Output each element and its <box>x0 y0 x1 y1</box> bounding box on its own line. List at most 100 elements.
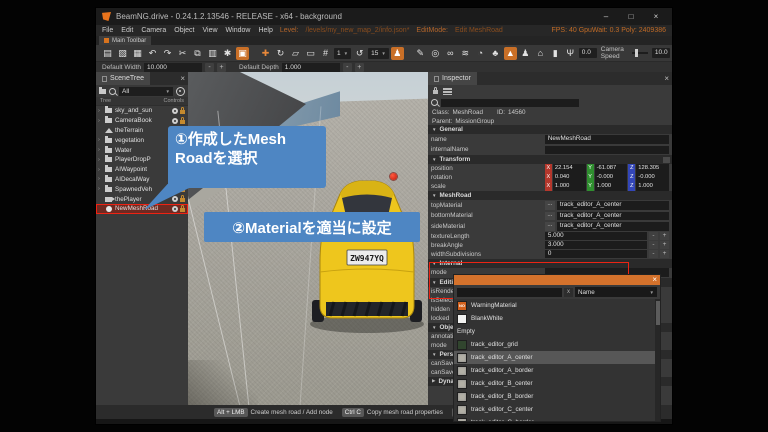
material-empty[interactable]: Empty <box>454 325 655 338</box>
scale-x-field[interactable]: 1.000 <box>552 182 586 191</box>
transform-options-button[interactable] <box>663 156 670 163</box>
material-track_editor_b_center[interactable]: track_editor_B_center <box>454 377 655 390</box>
breakangle-field[interactable]: 3.000 <box>544 240 647 250</box>
plus-button[interactable]: + <box>660 231 669 241</box>
editmode-value[interactable]: Edit MeshRoad <box>455 27 503 34</box>
menu-camera[interactable]: Camera <box>141 27 166 34</box>
redo-icon[interactable]: ↷ <box>161 47 174 60</box>
plus-button[interactable]: + <box>660 240 669 250</box>
width-minus-button[interactable]: - <box>205 62 215 72</box>
building-tool-icon[interactable]: ⌂ <box>534 47 547 60</box>
lock-icon[interactable] <box>180 106 185 114</box>
search-icon[interactable] <box>109 87 116 95</box>
section-internal[interactable]: ▼ Internal <box>428 258 672 268</box>
save-icon[interactable]: ▦ <box>131 47 144 60</box>
slider-knob[interactable] <box>634 49 638 57</box>
lock-icon[interactable] <box>180 195 185 203</box>
minus-button[interactable]: - <box>649 240 658 250</box>
new-file-icon[interactable]: ▤ <box>101 47 114 60</box>
bottommaterial-field[interactable]: track_editor_A_center <box>556 211 669 220</box>
browse-material-button[interactable]: ... <box>544 222 555 231</box>
visibility-eye-icon[interactable] <box>172 107 178 114</box>
open-folder-icon[interactable]: ▧ <box>116 47 129 60</box>
minus-button[interactable]: - <box>649 249 658 259</box>
expander-icon[interactable]: › <box>98 147 102 153</box>
scale-tool-icon[interactable]: ▱ <box>289 47 302 60</box>
paste-icon[interactable]: ▥ <box>206 47 219 60</box>
expander-icon[interactable]: › <box>98 137 102 143</box>
translate-tool-icon[interactable]: ✚ <box>259 47 272 60</box>
scenetree-tab[interactable]: SceneTree <box>96 72 150 85</box>
simple-character-icon[interactable]: ♟ <box>390 46 404 60</box>
lock-icon[interactable] <box>180 204 185 212</box>
main-toolbar-tab[interactable]: Main Toolbar <box>99 36 152 45</box>
position-x-field[interactable]: 22.154 <box>552 164 586 173</box>
inspector-close-button[interactable]: × <box>664 72 669 85</box>
settings-gear-icon[interactable]: ✱ <box>221 47 234 60</box>
camera-speed-value-field[interactable]: 10.0 <box>651 48 670 58</box>
road-tool-icon[interactable]: ≋ <box>459 47 472 60</box>
menu-edit[interactable]: Edit <box>121 27 133 34</box>
yellow-car[interactable]: ZW947YQ <box>306 164 428 336</box>
copy-icon[interactable]: ⧉ <box>191 47 204 60</box>
snap-angle-select[interactable]: 15 ▼ <box>368 47 389 59</box>
tree-item-newmeshroad[interactable]: NewMeshRoad <box>96 203 188 214</box>
layout-icon[interactable] <box>443 87 452 95</box>
expander-icon[interactable]: › <box>98 118 102 124</box>
tree-item-camerabook[interactable]: › CameraBook <box>96 116 188 126</box>
material-track_editor_grid[interactable]: track_editor_grid <box>454 338 655 351</box>
width-plus-button[interactable]: + <box>217 62 227 72</box>
terrain-tool-icon[interactable]: ▲ <box>503 46 517 60</box>
position-z-field[interactable]: 128.305 <box>636 164 670 173</box>
menu-help[interactable]: Help <box>258 27 272 34</box>
material-track_editor_c_center[interactable]: track_editor_C_center <box>454 403 655 416</box>
internalname-field[interactable] <box>544 145 669 154</box>
minus-button[interactable]: - <box>649 231 658 241</box>
browse-material-button[interactable]: ... <box>544 201 555 210</box>
material-track_editor_c_border[interactable]: track_editor_C_border <box>454 416 655 421</box>
default-depth-field[interactable]: 1.000 <box>281 62 340 72</box>
browse-material-button[interactable]: ... <box>544 211 555 220</box>
texturelength-field[interactable]: 5.000 <box>544 231 647 241</box>
sort-by-select[interactable]: Name ▼ <box>575 287 657 297</box>
rotation-y-field[interactable]: -0.000 <box>594 173 628 182</box>
tower-tool-icon[interactable]: ▮ <box>549 47 562 60</box>
material-track_editor_b_border[interactable]: track_editor_B_border <box>454 390 655 403</box>
snap-size-select[interactable]: 1 ▼ <box>334 47 352 59</box>
menu-object[interactable]: Object <box>174 27 194 34</box>
section-meshroad[interactable]: ▼ MeshRoad <box>428 191 672 200</box>
close-button[interactable]: × <box>646 8 666 25</box>
default-width-field[interactable]: 10.000 <box>144 62 203 72</box>
mesh-road-node-gizmo[interactable] <box>390 173 397 180</box>
scrollbar-thumb[interactable] <box>655 301 660 325</box>
rotation-x-field[interactable]: 0.040 <box>552 173 586 182</box>
scale-y-field[interactable]: 1.000 <box>594 182 628 191</box>
new-group-folder-icon[interactable] <box>99 86 106 94</box>
maximize-button[interactable]: □ <box>621 8 641 25</box>
popup-title-bar[interactable]: × <box>454 275 660 285</box>
locate-object-icon[interactable] <box>176 86 185 96</box>
asset-browser-icon[interactable]: ▣ <box>236 46 249 60</box>
scale-z-field[interactable]: 1.000 <box>636 182 670 191</box>
antenna-tool-icon[interactable]: Ψ <box>564 47 577 60</box>
forest-tool-icon[interactable]: ♣ <box>489 47 502 60</box>
vehicle-tool-icon[interactable]: ∞ <box>444 47 457 60</box>
clear-search-button[interactable]: x <box>564 287 573 297</box>
material-track_editor_a_center[interactable]: track_editor_A_center <box>454 351 655 364</box>
bounds-tool-icon[interactable]: ▭ <box>304 47 317 60</box>
menu-file[interactable]: File <box>102 27 113 34</box>
plus-button[interactable]: + <box>660 249 669 259</box>
camera-speed-min-field[interactable]: 0.0 <box>578 48 597 58</box>
rotation-z-field[interactable]: -0.000 <box>636 173 670 182</box>
circle-tool-icon[interactable]: ◔ <box>474 47 487 60</box>
snap-grid-icon[interactable]: # <box>319 47 332 60</box>
draw-pen-icon[interactable]: ✎ <box>414 47 427 60</box>
expander-icon[interactable]: › <box>98 157 102 163</box>
visibility-eye-icon[interactable] <box>172 205 178 212</box>
tree-item-theplayer[interactable]: thePlayer <box>96 194 188 204</box>
rotate-tool-icon[interactable]: ↻ <box>274 47 287 60</box>
position-y-field[interactable]: -61.087 <box>594 164 628 173</box>
camera-speed-slider[interactable] <box>631 49 648 57</box>
section-transform[interactable]: ▼ Transform <box>428 155 672 164</box>
undo-icon[interactable]: ↶ <box>146 47 159 60</box>
